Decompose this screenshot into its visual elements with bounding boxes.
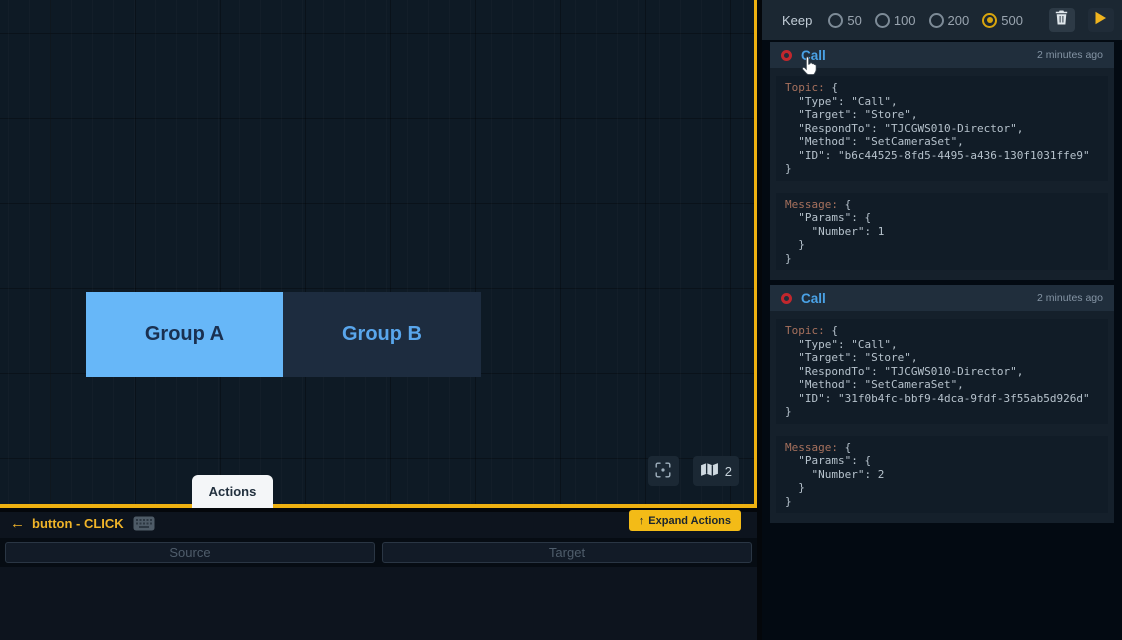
topic-json-block: Topic: { "Type": "Call", "Target": "Stor… <box>776 319 1108 424</box>
map-icon <box>700 462 719 480</box>
up-arrow-icon: ↑ <box>639 515 645 527</box>
topic-label: Topic: <box>785 324 825 337</box>
call-type-icon <box>781 50 792 61</box>
tab-actions-label: Actions <box>209 484 257 499</box>
message-type[interactable]: Call <box>801 48 826 63</box>
call-type-icon <box>781 293 792 304</box>
expand-actions-button[interactable]: ↑ Expand Actions <box>629 510 741 531</box>
message-card-header[interactable]: Call 2 minutes ago <box>770 42 1114 68</box>
log-toolbar: Keep 50 100 200 500 <box>762 0 1122 40</box>
source-input[interactable] <box>5 542 375 563</box>
trash-icon <box>1055 10 1068 30</box>
action-editor-header: ← button - CLICK <box>10 516 155 531</box>
topic-json-block: Topic: { "Type": "Call", "Target": "Stor… <box>776 76 1108 181</box>
source-target-row <box>0 538 757 567</box>
message-type[interactable]: Call <box>801 291 826 306</box>
map-layers-button[interactable]: 2 <box>693 456 739 486</box>
message-json-block: Message: { "Params": { "Number": 2 } } <box>776 436 1108 514</box>
group-a-label: Group A <box>145 323 224 346</box>
map-count: 2 <box>725 464 732 479</box>
keyboard-icon <box>133 516 155 531</box>
group-b-label: Group B <box>342 323 422 346</box>
message-card-body: Topic: { "Type": "Call", "Target": "Stor… <box>770 68 1114 280</box>
target-input[interactable] <box>382 542 752 563</box>
keep-label: Keep <box>782 13 812 28</box>
message-card: Call 2 minutes ago Topic: { "Type": "Cal… <box>770 285 1114 523</box>
radio-icon <box>929 13 944 28</box>
radio-icon <box>875 13 890 28</box>
topic-json: { "Type": "Call", "Target": "Store", "Re… <box>785 81 1090 175</box>
radio-icon <box>828 13 843 28</box>
message-card: Call 2 minutes ago Topic: { "Type": "Cal… <box>770 42 1114 280</box>
play-button[interactable] <box>1088 8 1114 32</box>
topic-label: Topic: <box>785 81 825 94</box>
message-log-panel: Keep 50 100 200 500 <box>762 0 1122 640</box>
back-arrow-button[interactable]: ← <box>10 516 25 531</box>
keep-option-200[interactable]: 200 <box>929 13 970 28</box>
message-label: Message: <box>785 198 838 211</box>
radio-selected-icon <box>982 13 997 28</box>
message-timestamp: 2 minutes ago <box>1037 49 1103 61</box>
keep-option-500[interactable]: 500 <box>982 13 1023 28</box>
keep-option-100[interactable]: 100 <box>875 13 916 28</box>
message-label: Message: <box>785 441 838 454</box>
action-editor-panel: ← button - CLICK ↑ <box>0 512 757 640</box>
tab-actions[interactable]: Actions <box>192 475 273 508</box>
scene-canvas[interactable]: Group A Group B <box>0 0 757 508</box>
message-timestamp: 2 minutes ago <box>1037 292 1103 304</box>
group-b-button[interactable]: Group B <box>283 292 481 377</box>
play-icon <box>1094 11 1107 30</box>
action-title: button - CLICK <box>32 516 124 531</box>
fit-view-button[interactable] <box>648 456 679 486</box>
expand-actions-label: Expand Actions <box>648 515 731 527</box>
group-a-button[interactable]: Group A <box>86 292 283 377</box>
clear-log-button[interactable] <box>1049 8 1075 32</box>
fit-view-icon <box>655 462 671 481</box>
message-card-body: Topic: { "Type": "Call", "Target": "Stor… <box>770 311 1114 523</box>
app-window: Group A Group B <box>0 0 1122 640</box>
topic-json: { "Type": "Call", "Target": "Store", "Re… <box>785 324 1090 418</box>
message-card-header[interactable]: Call 2 minutes ago <box>770 285 1114 311</box>
canvas-toolbar: 2 <box>648 456 739 486</box>
keep-option-50[interactable]: 50 <box>828 13 861 28</box>
message-json-block: Message: { "Params": { "Number": 1 } } <box>776 193 1108 271</box>
